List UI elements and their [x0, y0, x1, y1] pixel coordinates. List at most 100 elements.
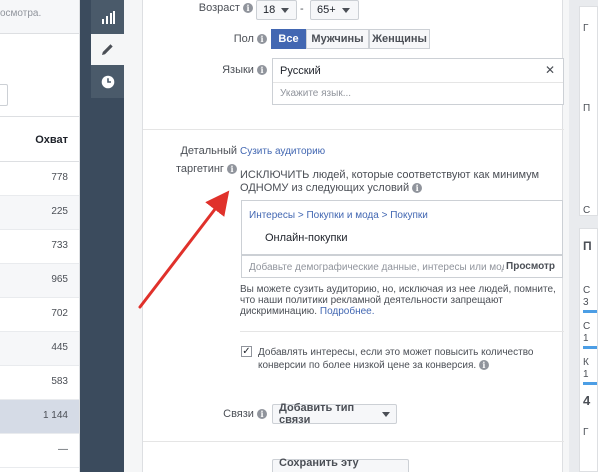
audience-section: Возраст i 18 - 65+ Пол i Все Мужчины Жен…: [142, 0, 564, 472]
summary-text: 1: [583, 333, 589, 344]
exclude-heading-text: ИСКЛЮЧИТЬ людей, которые соответствуют к…: [240, 169, 540, 194]
reach-value: 1 144: [42, 410, 68, 421]
info-icon[interactable]: i: [243, 3, 253, 14]
summary-text: Г: [583, 427, 589, 438]
expand-interests-checkbox[interactable]: ✓: [241, 346, 252, 357]
age-separator: -: [300, 3, 304, 15]
info-icon[interactable]: i: [478, 360, 489, 371]
summary-text: 4: [583, 393, 591, 408]
table-row[interactable]: 225: [0, 196, 80, 230]
info-icon[interactable]: i: [257, 409, 267, 420]
age-from-dropdown[interactable]: 18: [256, 0, 297, 20]
audience-summary-panel: Г П С П С 3 С 1 К 1 4 Г: [569, 0, 598, 472]
section-divider: [143, 441, 564, 442]
summary-text: С: [583, 205, 591, 216]
table-breadcrumb: осмотра.: [0, 8, 42, 19]
languages-label: Языки: [222, 64, 254, 76]
info-icon[interactable]: i: [257, 34, 267, 45]
age-label-row: Возраст i: [143, 2, 253, 14]
save-audience-button[interactable]: Сохранить эту аудиторию: [272, 457, 409, 472]
narrow-audience-link[interactable]: Сузить аудиторию: [240, 146, 325, 157]
age-to-value: 65+: [317, 4, 336, 16]
table-row[interactable]: 965: [0, 264, 80, 298]
save-audience-label: Сохранить эту аудиторию: [279, 457, 359, 472]
learn-more-link[interactable]: Подробнее.: [320, 306, 375, 317]
campaign-table-panel: осмотра. Охват 778 225 733 965 702 445 5…: [0, 0, 80, 472]
interest-breadcrumb[interactable]: Интересы > Покупки и мода > Покупки: [249, 210, 428, 221]
estimated-results-card: П С 3 С 1 К 1 4 Г: [579, 228, 598, 472]
estimate-bar: [583, 310, 597, 313]
expand-interests-text: Добавлять интересы, если это может повыс…: [258, 347, 534, 371]
info-icon[interactable]: i: [257, 65, 267, 76]
add-connection-type-button[interactable]: Добавить тип связи: [272, 402, 397, 426]
table-column-header[interactable]: Охват: [0, 116, 80, 162]
detailed-label-line1: Детальный: [180, 145, 237, 157]
summary-text: С: [583, 285, 591, 296]
info-icon[interactable]: i: [412, 183, 423, 194]
chevron-down-icon: [281, 7, 290, 13]
exclude-heading: ИСКЛЮЧИТЬ людей, которые соответствуют к…: [240, 169, 562, 195]
estimate-bar: [583, 346, 597, 349]
reach-value: 583: [51, 376, 68, 387]
languages-field[interactable]: Русский ✕ Укажите язык...: [272, 58, 564, 105]
gender-label: Пол: [233, 33, 254, 45]
info-icon[interactable]: i: [227, 164, 237, 175]
notice-text: Вы можете сузить аудиторию, но, исключая…: [240, 284, 556, 317]
bar-chart-icon: [101, 11, 115, 24]
reach-value: 733: [51, 240, 68, 251]
reach-value: 225: [51, 206, 68, 217]
excluded-interests-box: Интересы > Покупки и мода > Покупки Онла…: [241, 200, 563, 255]
reach-value: 702: [51, 308, 68, 319]
language-input-placeholder[interactable]: Укажите язык...: [280, 88, 351, 99]
discrimination-notice: Вы можете сузить аудиторию, но, исключая…: [240, 284, 560, 317]
targeting-search-placeholder[interactable]: Добавьте демографические данные, интерес…: [249, 262, 504, 273]
table-row-selected[interactable]: 1 144: [0, 400, 80, 434]
clock-icon: [101, 75, 114, 88]
pencil-icon: [102, 44, 113, 55]
targeting-search-field[interactable]: Добавьте демографические данные, интерес…: [241, 255, 563, 278]
table-row[interactable]: —: [0, 434, 80, 468]
summary-text: К: [583, 357, 589, 368]
table-row[interactable]: 583: [0, 366, 80, 400]
gender-label-row: Пол i: [143, 33, 267, 45]
section-divider: [240, 331, 564, 332]
gender-option-women[interactable]: Женщины: [369, 29, 430, 49]
reach-value: 778: [51, 172, 68, 183]
summary-text: П: [583, 103, 591, 114]
table-row[interactable]: 445: [0, 332, 80, 366]
age-to-dropdown[interactable]: 65+: [310, 0, 359, 20]
edit-button[interactable]: [91, 34, 124, 65]
chevron-down-icon: [382, 411, 390, 417]
column-header-reach: Охват: [35, 134, 68, 146]
detailed-targeting-label: Детальный таргетинг i: [143, 142, 237, 178]
close-icon[interactable]: ✕: [545, 63, 555, 77]
gender-option-all[interactable]: Все: [271, 29, 306, 49]
language-chip: Русский: [280, 65, 321, 77]
reach-value: —: [58, 444, 68, 455]
table-row[interactable]: 702: [0, 298, 80, 332]
toolbar-empty-area: [91, 98, 124, 472]
table-row[interactable]: 733: [0, 230, 80, 264]
summary-text: 3: [583, 297, 589, 308]
summary-text: 1: [583, 369, 589, 380]
panel-gutter: [80, 0, 91, 472]
field-divider: [273, 82, 563, 83]
summary-text: С: [583, 321, 591, 332]
stats-button[interactable]: [91, 2, 124, 33]
age-label: Возраст: [198, 2, 240, 14]
table-row[interactable]: 778: [0, 162, 80, 196]
chevron-down-icon: [341, 7, 350, 13]
browse-button[interactable]: Просмотр: [506, 261, 555, 272]
summary-heading: П: [583, 239, 592, 253]
reach-value: 965: [51, 274, 68, 285]
gender-option-men[interactable]: Мужчины: [306, 29, 369, 49]
expand-interests-label: Добавлять интересы, если это может повыс…: [258, 346, 563, 372]
add-connection-label: Добавить тип связи: [279, 402, 355, 426]
languages-label-row: Языки i: [143, 64, 267, 76]
audience-size-card: Г П С: [579, 6, 598, 216]
ad-set-editor: Возраст i 18 - 65+ Пол i Все Мужчины Жен…: [124, 0, 569, 472]
connections-label-row: Связи i: [143, 408, 267, 420]
connections-label: Связи: [223, 408, 254, 420]
table-search-box[interactable]: [0, 84, 8, 106]
history-button[interactable]: [91, 66, 124, 97]
